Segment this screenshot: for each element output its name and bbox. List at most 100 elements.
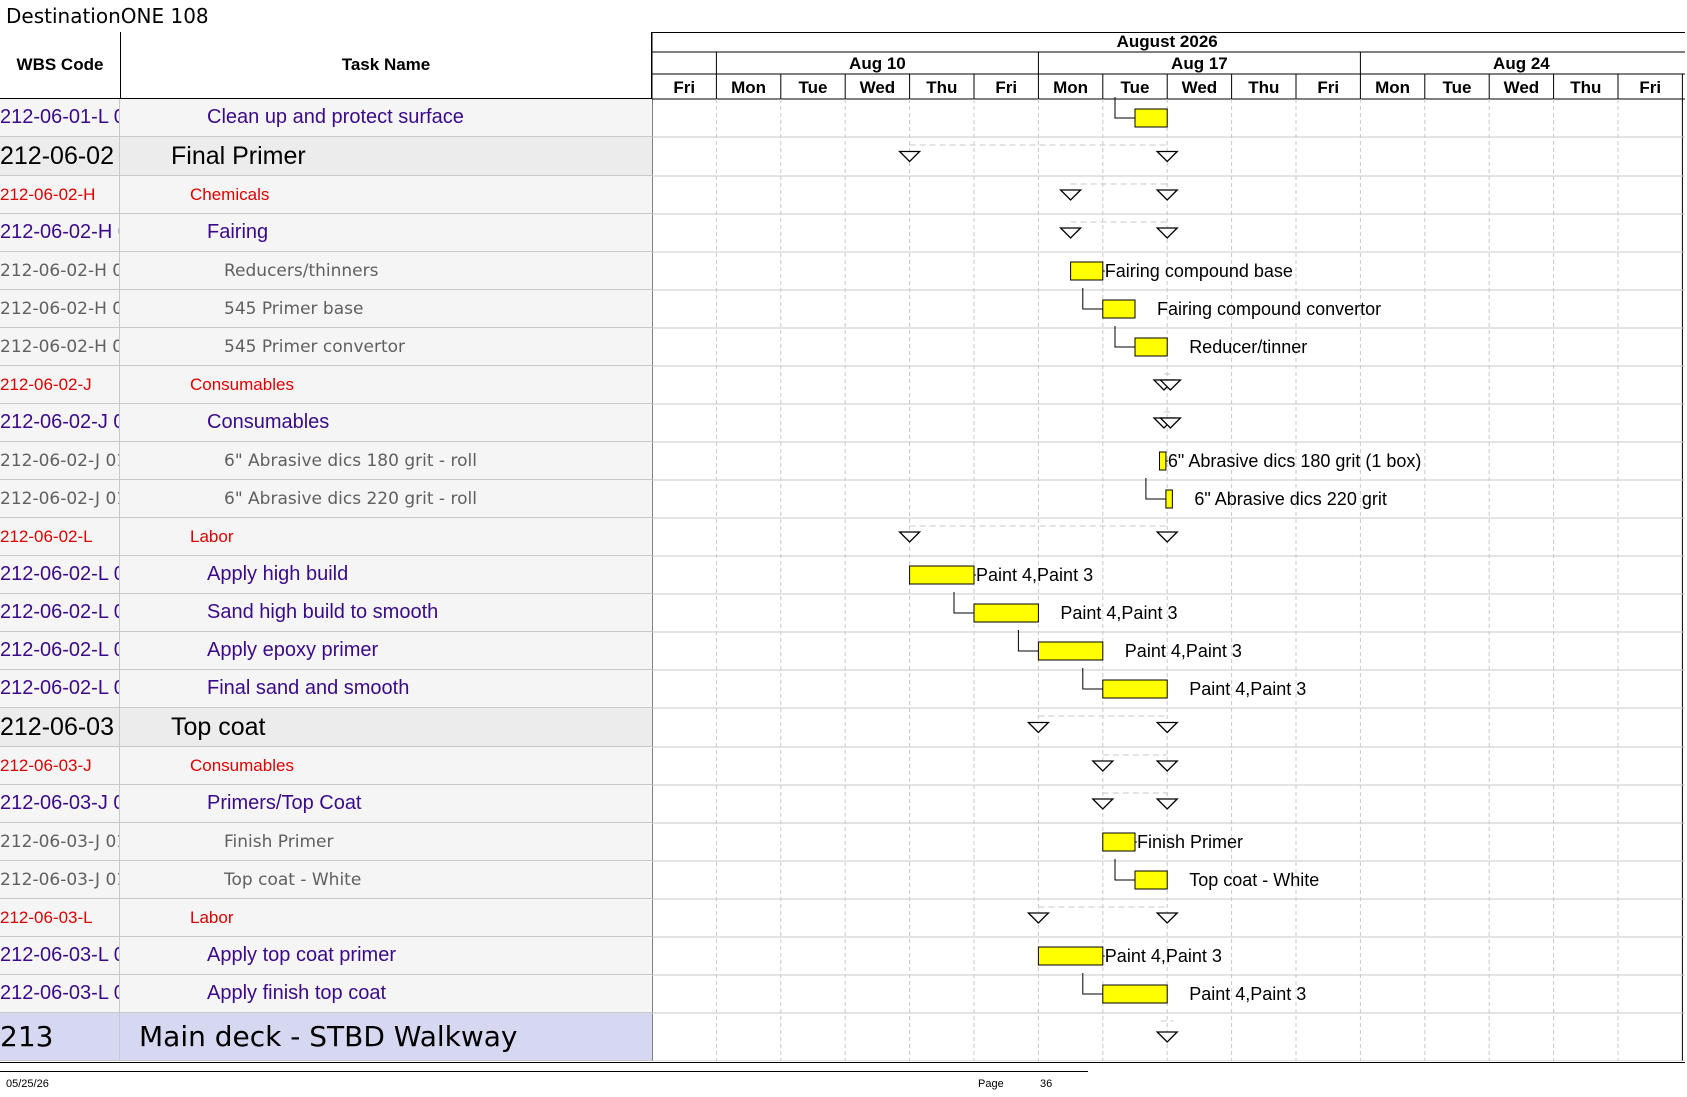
task-bar (1102, 832, 1136, 852)
bar-label: 6" Abrasive dics 180 grit (1 box) (1168, 451, 1422, 471)
wbs-code: 212-06-02-L 0 (0, 556, 120, 593)
task-bar (1102, 679, 1168, 699)
wbs-code: 212-06-02 (0, 137, 120, 175)
table-row[interactable]: 212-06-02-L 0 Apply high build (0, 556, 652, 594)
table-row[interactable]: 212-06-02 Final Primer (0, 137, 652, 176)
bar-label: 6" Abrasive dics 220 grit (1194, 489, 1387, 509)
task-name: Consumables (207, 411, 330, 433)
table-row[interactable]: 212-06-03-J 01 Top coat - White (0, 861, 652, 899)
table-row[interactable]: 212-06-01-L 0 Clean up and protect surfac… (0, 99, 652, 137)
task-name: 545 Primer base (224, 298, 364, 319)
day-label: Wed (1182, 78, 1218, 97)
table-row[interactable]: 212-06-02-L 0 Apply epoxy primer (0, 632, 652, 670)
dependency-link (1017, 630, 1039, 652)
wbs-code: 212-06-02-L 0 (0, 594, 120, 631)
summary-marker (1155, 721, 1179, 734)
task-bar (1134, 337, 1168, 357)
summary-marker (898, 150, 922, 163)
week-label: Aug 10 (849, 54, 906, 73)
table-row[interactable]: 212-06-02-H 0 Fairing (0, 214, 652, 252)
summary-marker (1155, 798, 1179, 810)
wbs-code: 212-06-02-H 0 (0, 214, 120, 251)
summary-marker (1059, 227, 1083, 239)
table-row[interactable]: 212-06-02-L 0 Sand high build to smooth (0, 594, 652, 632)
summary-marker (1155, 227, 1179, 239)
wbs-code: 212-06-03-L (0, 899, 120, 936)
day-label: Fri (673, 78, 695, 97)
task-bar (973, 603, 1039, 623)
table-row[interactable]: 212-06-02-L Labor (0, 518, 652, 556)
summary-marker (1155, 150, 1179, 163)
wbs-code: 212-06-02-L 0 (0, 632, 120, 669)
summary-marker (898, 531, 922, 543)
table-row[interactable]: 212-06-03-J 01 Finish Primer (0, 823, 652, 861)
table-row[interactable]: 212-06-02-H 01 Reducers/thinners (0, 252, 652, 290)
task-bar (1102, 299, 1136, 319)
task-name: Top coat (171, 712, 266, 741)
summary-marker (1091, 798, 1115, 810)
table-row[interactable]: 212-06-03-L 0 Apply finish top coat (0, 975, 652, 1013)
task-name: Consumables (190, 755, 294, 775)
month-label: August 2026 (1117, 32, 1218, 51)
task-name: Reducers/thinners (224, 260, 379, 281)
table-row[interactable]: 212-06-03-L 0 Apply top coat primer (0, 937, 652, 975)
footer-page-number: 36 (1040, 1078, 1053, 1090)
table-row[interactable]: 212-06-03 Top coat (0, 708, 652, 747)
day-label: Wed (860, 78, 896, 97)
task-name: 6" Abrasive dics 180 grit - roll (224, 450, 477, 471)
bar-label: Paint 4,Paint 3 (976, 565, 1093, 585)
dependency-link (1114, 97, 1135, 119)
task-bar (1134, 108, 1168, 128)
summary-marker (1059, 189, 1083, 201)
bar-label: Fairing compound convertor (1157, 299, 1381, 319)
task-name: Apply finish top coat (207, 982, 386, 1004)
table-row[interactable]: 212-06-02-H 01 545 Primer convertor (0, 328, 652, 366)
dependency-link (953, 592, 974, 614)
table-row[interactable]: 212-06-03-L Labor (0, 899, 652, 937)
task-name: Labor (190, 907, 234, 927)
dependency-link (1114, 859, 1135, 881)
task-name: Clean up and protect surface (207, 106, 464, 128)
task-name: Final sand and smooth (207, 677, 410, 699)
wbs-code: 212-06-02-J (0, 366, 120, 403)
wbs-code: 212-06-01-L 0 (0, 99, 120, 136)
table-row[interactable]: 212-06-02-J 0 Consumables (0, 404, 652, 442)
task-bar (1070, 261, 1104, 281)
table-row[interactable]: 212-06-03-J Consumables (0, 747, 652, 785)
table-row[interactable]: 212-06-02-H 01 545 Primer base (0, 290, 652, 328)
task-name: Chemicals (190, 184, 270, 204)
task-bar (1037, 641, 1104, 661)
table-row[interactable]: 212-06-02-J 01 6" Abrasive dics 180 grit … (0, 442, 652, 480)
table-row[interactable]: 212-06-03-J 0 Primers/Top Coat (0, 785, 652, 823)
dependency-link (1145, 478, 1166, 500)
bar-label: Paint 4,Paint 3 (1125, 641, 1242, 661)
table-row[interactable]: 212-06-02-L 0 Final sand and smooth (0, 670, 652, 708)
task-bar (1134, 870, 1168, 890)
table-row[interactable]: 212-06-02-J Consumables (0, 366, 652, 404)
summary-marker (1155, 760, 1179, 772)
bar-label: Fairing compound base (1105, 261, 1293, 281)
task-bar (909, 565, 975, 585)
wbs-code: 212-06-03-J 01 (0, 861, 120, 898)
task-name: Main deck - STBD Walkway (139, 1020, 518, 1053)
day-label: Thu (1248, 78, 1279, 97)
day-label: Thu (1570, 78, 1601, 97)
task-bar (1165, 489, 1173, 509)
bar-label: Paint 4,Paint 3 (1060, 603, 1177, 623)
day-label: Tue (799, 78, 828, 97)
task-bar (1037, 946, 1104, 966)
table-row[interactable]: 213 Main deck - STBD Walkway (0, 1013, 652, 1061)
summary-marker (1155, 1031, 1179, 1043)
wbs-code: 212-06-03-J 0 (0, 785, 120, 822)
wbs-code: 212-06-02-J 01 (0, 442, 120, 479)
wbs-column-header[interactable]: WBS Code (0, 32, 121, 99)
wbs-code: 212-06-02-J 01 (0, 480, 120, 517)
footer-date: 05/25/26 (6, 1078, 49, 1090)
day-label: Wed (1504, 78, 1540, 97)
table-row[interactable]: 212-06-02-H Chemicals (0, 176, 652, 214)
table-row[interactable]: 212-06-02-J 01 6" Abrasive dics 220 grit … (0, 480, 652, 518)
wbs-code: 213 (0, 1013, 120, 1060)
bar-label: Top coat - White (1189, 870, 1319, 890)
task-name-column-header[interactable]: Task Name (121, 32, 652, 99)
task-name: Finish Primer (224, 831, 334, 852)
